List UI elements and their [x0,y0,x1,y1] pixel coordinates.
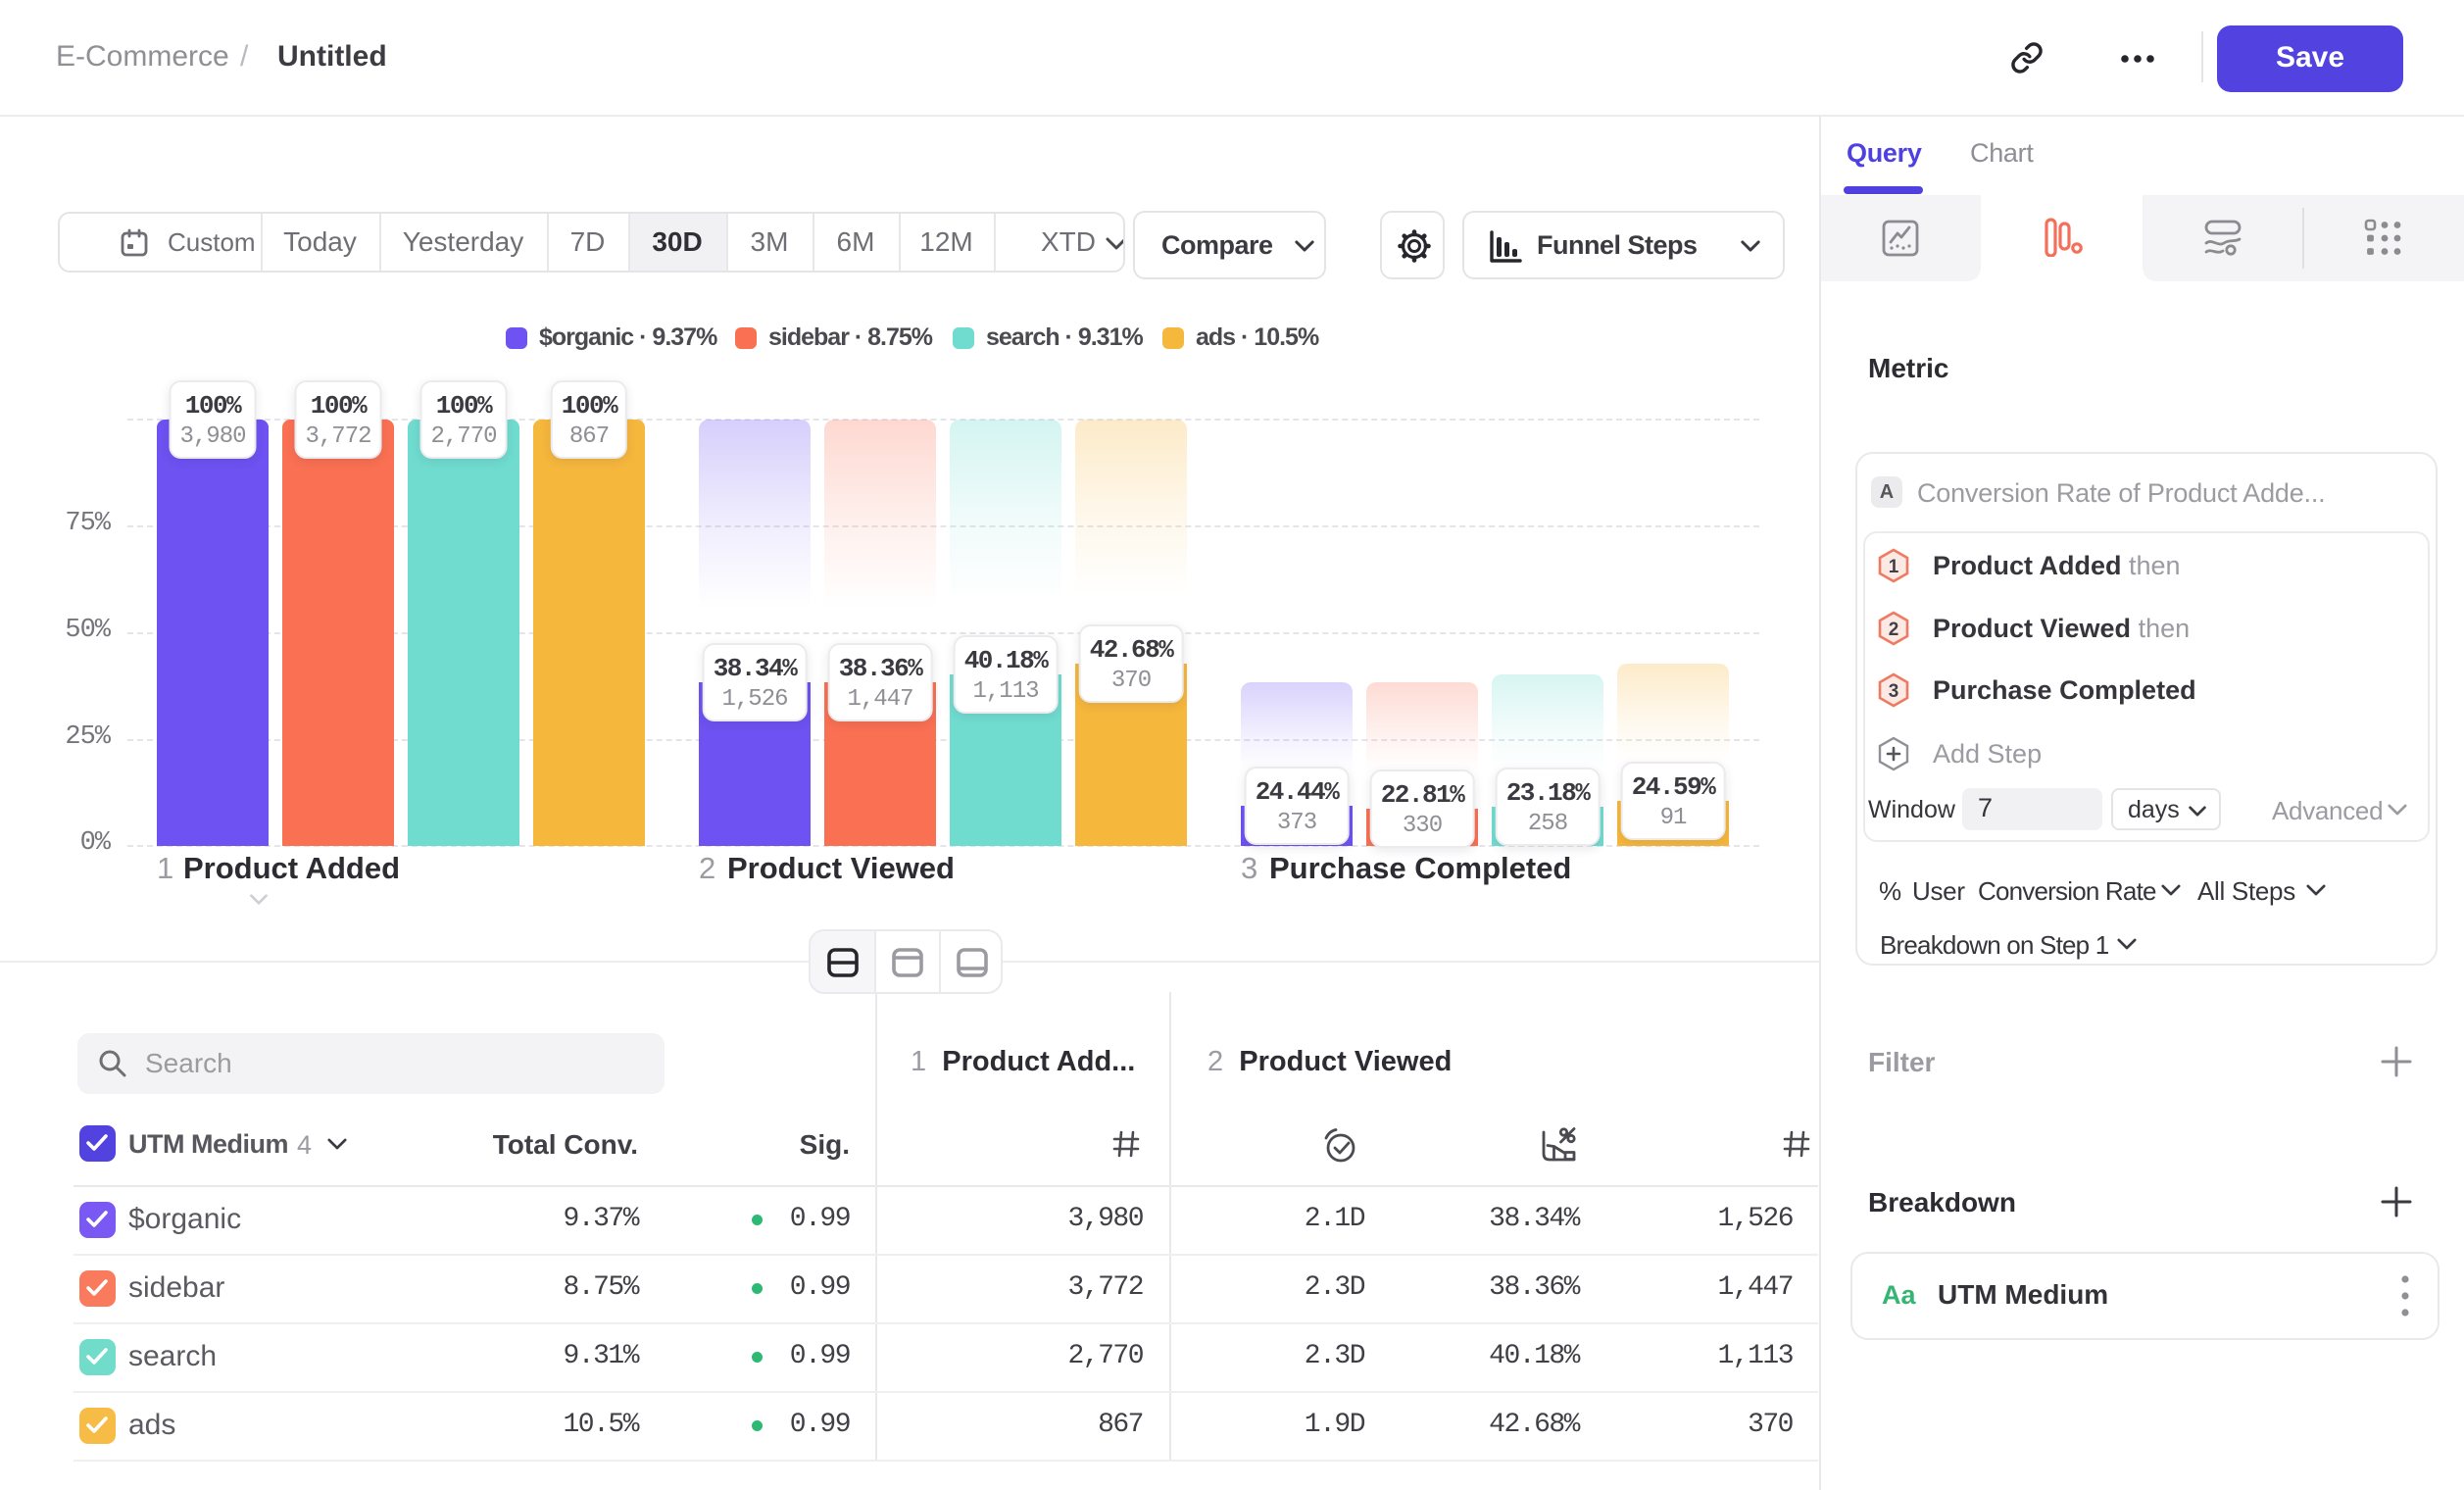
svg-text:1: 1 [1889,557,1899,577]
svg-text:3: 3 [1889,681,1899,702]
svg-text:2: 2 [1889,620,1899,640]
